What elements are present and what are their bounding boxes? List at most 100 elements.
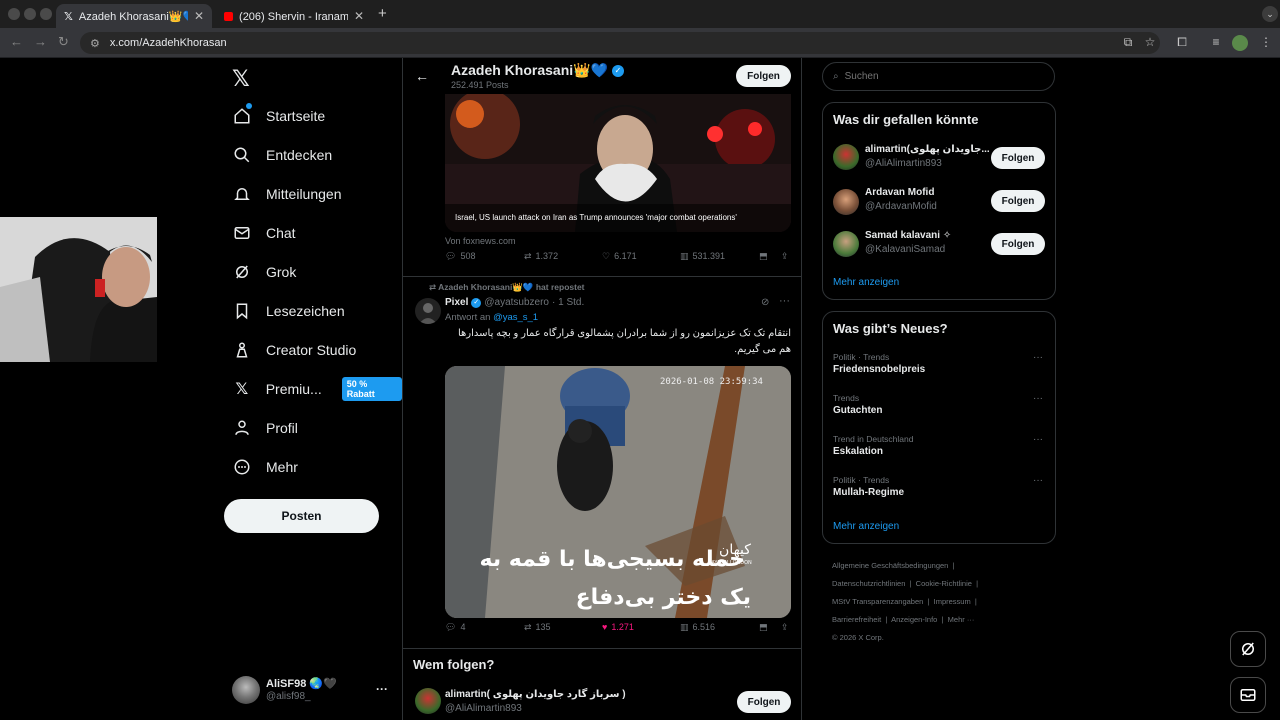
nav-item-notifications[interactable]: Mitteilungen	[232, 181, 342, 207]
suggested-avatar[interactable]	[833, 189, 859, 215]
footer-link[interactable]: Cookie-Richtlinie	[916, 579, 972, 588]
reply-action[interactable]: 💬︎ 508	[445, 251, 475, 262]
show-more-link[interactable]: Mehr anzeigen	[833, 521, 899, 532]
follow-button[interactable]: Folgen	[737, 691, 791, 713]
bookmark-icon[interactable]: ⬒	[759, 251, 768, 262]
reload-icon[interactable]: ↻	[58, 34, 69, 50]
views-action[interactable]: ▥ 531.391	[680, 251, 725, 262]
media-icon[interactable]: ≡	[1208, 35, 1224, 51]
footer-link[interactable]: Impressum	[934, 597, 971, 606]
reply-to-link[interactable]: @yas_s_1	[493, 312, 538, 323]
nav-item-grok[interactable]: Grok	[232, 259, 296, 285]
footer-link[interactable]: Mehr ···	[948, 615, 975, 624]
profile-avatar-icon[interactable]	[1232, 35, 1248, 51]
back-arrow-icon[interactable]: ←	[415, 68, 429, 84]
nav-item-premium[interactable]: 𝕏 Premiu... 50 % Rabatt	[232, 376, 402, 402]
trend-more-icon[interactable]: ···	[1033, 434, 1043, 445]
author-avatar[interactable]	[415, 298, 441, 324]
follow-button[interactable]: Folgen	[736, 65, 791, 87]
nav-item-creator-studio[interactable]: Creator Studio	[232, 337, 356, 363]
bookmark-icon[interactable]: ⬒	[759, 622, 768, 633]
share-icon[interactable]: ⇪	[781, 622, 789, 633]
extensions-icon[interactable]: ⧠	[1174, 35, 1190, 51]
trend-item[interactable]: Trends Gutachten	[833, 393, 882, 416]
author-handle[interactable]: @ayatsubzero	[484, 297, 549, 308]
repost-action[interactable]: ⇄ 1.372	[524, 251, 558, 262]
window-zoom-dot[interactable]	[40, 8, 52, 20]
trend-more-icon[interactable]: ···	[1033, 475, 1043, 486]
follow-button[interactable]: Folgen	[991, 147, 1045, 169]
link-source[interactable]: Von foxnews.com	[445, 236, 516, 246]
account-avatar[interactable]	[232, 676, 260, 704]
browser-tab-active[interactable]: 𝕏 Azadeh Khorasani👑💙 (@Az ✕	[56, 4, 212, 28]
reply-action[interactable]: 💬︎ 4	[445, 622, 465, 633]
bookmark-star-icon[interactable]: ☆	[1142, 35, 1158, 51]
nav-item-home[interactable]: Startseite	[232, 103, 325, 129]
tab-search-icon[interactable]: ⌄	[1262, 6, 1278, 22]
window-close-dot[interactable]	[8, 8, 20, 20]
trend-name: Eskalation	[833, 446, 884, 457]
footer-link[interactable]: Allgemeine Geschäftsbedingungen	[832, 561, 948, 570]
new-tab-icon[interactable]: +	[378, 5, 387, 22]
grok-icon[interactable]: ⊘	[761, 297, 769, 308]
suggested-name[interactable]: Samad kalavani ✧	[865, 230, 951, 241]
suggested-avatar[interactable]	[415, 688, 441, 714]
window-minimize-dot[interactable]	[24, 8, 36, 20]
author-name[interactable]: Pixel	[445, 297, 468, 308]
messages-floating-button[interactable]	[1230, 677, 1266, 713]
post-button[interactable]: Posten	[224, 499, 379, 533]
nav-item-more[interactable]: Mehr	[232, 454, 298, 480]
follow-button[interactable]: Folgen	[991, 190, 1045, 212]
show-more-link[interactable]: Mehr anzeigen	[833, 277, 899, 288]
nav-item-explore[interactable]: Entdecken	[232, 142, 332, 168]
suggested-avatar[interactable]	[833, 231, 859, 257]
footer-link[interactable]: MStV Transparenzangaben	[832, 597, 923, 606]
site-info-icon[interactable]: ⚙	[90, 37, 100, 50]
nav-label: Entdecken	[266, 147, 333, 163]
suggested-name-text: Samad kalavani	[865, 230, 941, 241]
tweet-time[interactable]: · 1 Std.	[552, 297, 584, 308]
like-action[interactable]: ♡ 6.171	[602, 251, 637, 262]
x-logo-icon[interactable]: 𝕏	[232, 66, 250, 92]
account-handle: @alisf98_	[266, 691, 311, 702]
suggested-name[interactable]: Ardavan Mofid	[865, 187, 934, 198]
tab-title: (206) Shervin - Iranam | ایرانم	[239, 10, 348, 23]
suggested-name[interactable]: alimartin(جاویدان پهلوی...	[865, 144, 990, 155]
footer-link[interactable]: Datenschutzrichtlinien	[832, 579, 905, 588]
nav-item-profile[interactable]: Profil	[232, 415, 298, 441]
close-tab-icon[interactable]: ✕	[354, 9, 364, 23]
views-action[interactable]: ▥ 6.516	[680, 622, 715, 633]
footer-link[interactable]: Anzeigen-Info	[891, 615, 937, 624]
nav-item-chat[interactable]: Chat	[232, 220, 296, 246]
trend-more-icon[interactable]: ···	[1033, 352, 1043, 363]
account-menu-icon[interactable]: ···	[376, 682, 388, 696]
install-app-icon[interactable]: ⧉	[1120, 35, 1136, 51]
trend-item[interactable]: Politik · Trends Friedensnobelpreis	[833, 352, 925, 375]
forward-icon[interactable]: →	[34, 34, 47, 49]
browser-tab[interactable]: (206) Shervin - Iranam | ایرانم ✕	[216, 4, 372, 28]
share-icon[interactable]: ⇪	[781, 251, 789, 262]
back-icon[interactable]: ←	[10, 34, 23, 49]
tweet-video[interactable]: 2026-01-08 23:59:34 کیهان KAYHAN LONDON …	[445, 366, 791, 618]
trend-item[interactable]: Politik · Trends Mullah-Regime	[833, 475, 904, 498]
tweet-more-icon[interactable]: ···	[779, 295, 790, 307]
repost-action[interactable]: ⇄ 135	[524, 622, 551, 633]
address-bar[interactable]: ⚙ x.com/AzadehKhorasan	[80, 32, 1160, 54]
suggested-name[interactable]: alimartin( سرباز گارد جاویدان پهلوی )	[445, 689, 626, 700]
trend-more-icon[interactable]: ···	[1033, 393, 1043, 404]
like-action[interactable]: ♥ 1.271	[602, 622, 634, 632]
close-tab-icon[interactable]: ✕	[194, 9, 204, 23]
follow-button[interactable]: Folgen	[991, 233, 1045, 255]
browser-tab-bar: 𝕏 Azadeh Khorasani👑💙 (@Az ✕ (206) Shervi…	[0, 0, 1280, 28]
suggested-avatar[interactable]	[833, 144, 859, 170]
search-input[interactable]	[844, 71, 1025, 82]
nav-item-bookmarks[interactable]: Lesezeichen	[232, 298, 345, 324]
grok-floating-button[interactable]	[1230, 631, 1266, 667]
search-box[interactable]: ⌕	[822, 62, 1055, 91]
webcam-image	[0, 217, 157, 362]
tweet-image[interactable]: Israel, US launch attack on Iran as Trum…	[445, 94, 791, 232]
footer-link[interactable]: Barrierefreiheit	[832, 615, 881, 624]
browser-menu-icon[interactable]: ⋮	[1258, 35, 1274, 51]
reply-count: 4	[460, 621, 466, 632]
trend-item[interactable]: Trend in Deutschland Eskalation	[833, 434, 913, 457]
